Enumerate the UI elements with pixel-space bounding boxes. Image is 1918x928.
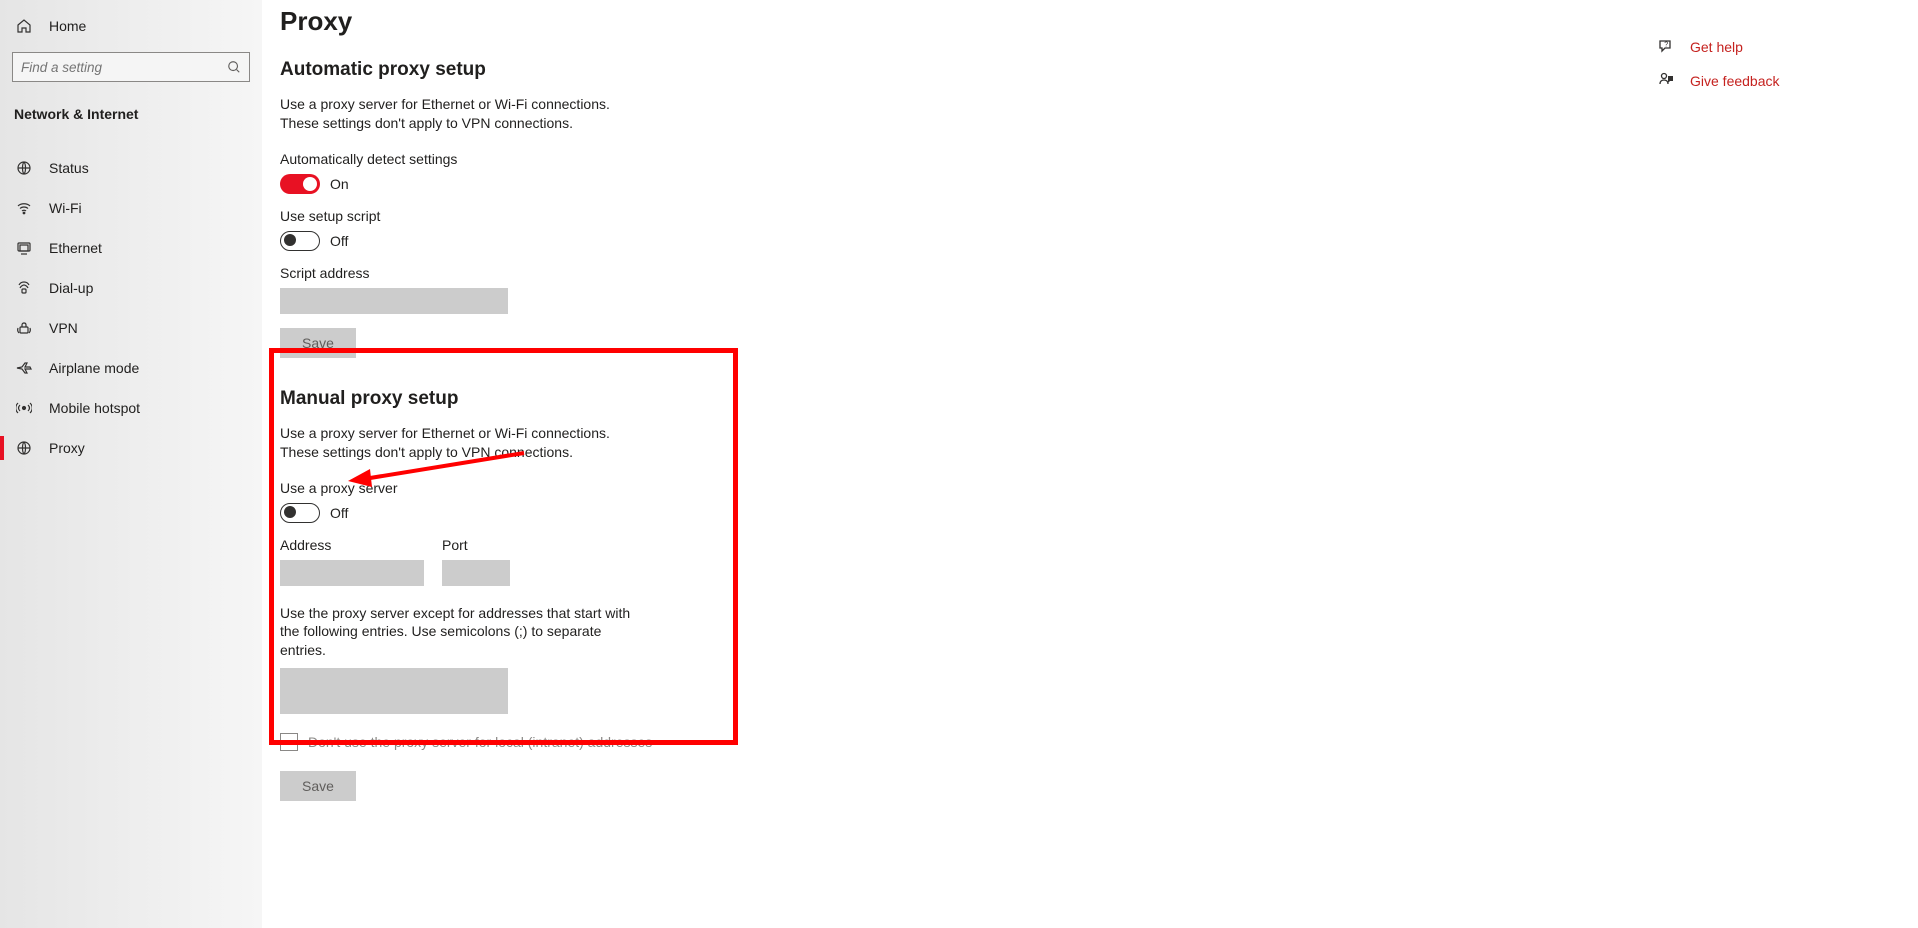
manual-save-button: Save xyxy=(280,771,356,801)
auto-detect-state: On xyxy=(330,176,349,192)
sidebar-section-label: Network & Internet xyxy=(0,92,262,130)
sidebar-item-label: Mobile hotspot xyxy=(49,400,140,416)
setup-script-label: Use setup script xyxy=(280,208,1040,224)
auto-setup-title: Automatic proxy setup xyxy=(280,59,1040,81)
search-wrap xyxy=(0,46,262,92)
use-proxy-state: Off xyxy=(330,505,348,521)
sidebar-item-status[interactable]: Status xyxy=(0,148,262,188)
help-pane: ? Get help Give feedback xyxy=(1658,38,1858,106)
sidebar-item-label: VPN xyxy=(49,320,78,336)
main: Proxy Automatic proxy setup Use a proxy … xyxy=(280,2,1040,801)
manual-address-input xyxy=(280,560,424,586)
help-icon: ? xyxy=(1658,38,1676,56)
search-box[interactable] xyxy=(12,52,250,82)
give-feedback-label: Give feedback xyxy=(1690,73,1780,89)
manual-port-input xyxy=(442,560,510,586)
sidebar-item-vpn[interactable]: VPN xyxy=(0,308,262,348)
proxy-exceptions-label: Use the proxy server except for addresse… xyxy=(280,604,640,661)
sidebar-item-wifi[interactable]: Wi-Fi xyxy=(0,188,262,228)
get-help-link[interactable]: ? Get help xyxy=(1658,38,1858,56)
sidebar: Home Network & Internet Status xyxy=(0,0,262,928)
feedback-icon xyxy=(1658,72,1676,90)
sidebar-home[interactable]: Home xyxy=(0,6,262,46)
use-proxy-label: Use a proxy server xyxy=(280,480,1040,496)
auto-detect-label: Automatically detect settings xyxy=(280,151,1040,167)
ethernet-icon xyxy=(15,239,33,257)
sidebar-item-proxy[interactable]: Proxy xyxy=(0,428,262,468)
search-input[interactable] xyxy=(21,60,227,75)
airplane-icon xyxy=(15,359,33,377)
auto-setup-desc: Use a proxy server for Ethernet or Wi-Fi… xyxy=(280,95,640,133)
vpn-icon xyxy=(15,319,33,337)
sidebar-item-label: Ethernet xyxy=(49,240,102,256)
proxy-exceptions-input xyxy=(280,668,508,714)
sidebar-item-dialup[interactable]: Dial-up xyxy=(0,268,262,308)
sidebar-item-label: Dial-up xyxy=(49,280,93,296)
use-proxy-toggle[interactable] xyxy=(280,503,320,523)
get-help-label: Get help xyxy=(1690,39,1743,55)
status-icon xyxy=(15,159,33,177)
setup-script-state: Off xyxy=(330,233,348,249)
proxy-icon xyxy=(15,439,33,457)
sidebar-item-label: Proxy xyxy=(49,440,85,456)
manual-port-label: Port xyxy=(442,537,510,553)
script-address-label: Script address xyxy=(280,265,1040,281)
local-addresses-label: Don't use the proxy server for local (in… xyxy=(308,734,652,750)
manual-setup-desc: Use a proxy server for Ethernet or Wi-Fi… xyxy=(280,424,640,462)
svg-text:?: ? xyxy=(1664,42,1668,49)
auto-save-button: Save xyxy=(280,328,356,358)
auto-detect-toggle[interactable] xyxy=(280,174,320,194)
manual-address-label: Address xyxy=(280,537,424,553)
search-icon xyxy=(227,60,241,74)
dialup-icon xyxy=(15,279,33,297)
give-feedback-link[interactable]: Give feedback xyxy=(1658,72,1858,90)
nav-list: Status Wi-Fi Ethernet xyxy=(0,130,262,468)
local-addresses-checkbox[interactable] xyxy=(280,733,298,751)
wifi-icon xyxy=(15,199,33,217)
sidebar-item-ethernet[interactable]: Ethernet xyxy=(0,228,262,268)
script-address-input xyxy=(280,288,508,314)
home-icon xyxy=(15,17,33,35)
setup-script-toggle[interactable] xyxy=(280,231,320,251)
sidebar-item-label: Airplane mode xyxy=(49,360,139,376)
sidebar-item-label: Wi-Fi xyxy=(49,200,82,216)
sidebar-item-airplane[interactable]: Airplane mode xyxy=(0,348,262,388)
sidebar-item-hotspot[interactable]: Mobile hotspot xyxy=(0,388,262,428)
page-title: Proxy xyxy=(280,6,1040,37)
hotspot-icon xyxy=(15,399,33,417)
manual-setup-title: Manual proxy setup xyxy=(280,388,1040,410)
sidebar-home-label: Home xyxy=(49,18,86,34)
sidebar-item-label: Status xyxy=(49,160,89,176)
